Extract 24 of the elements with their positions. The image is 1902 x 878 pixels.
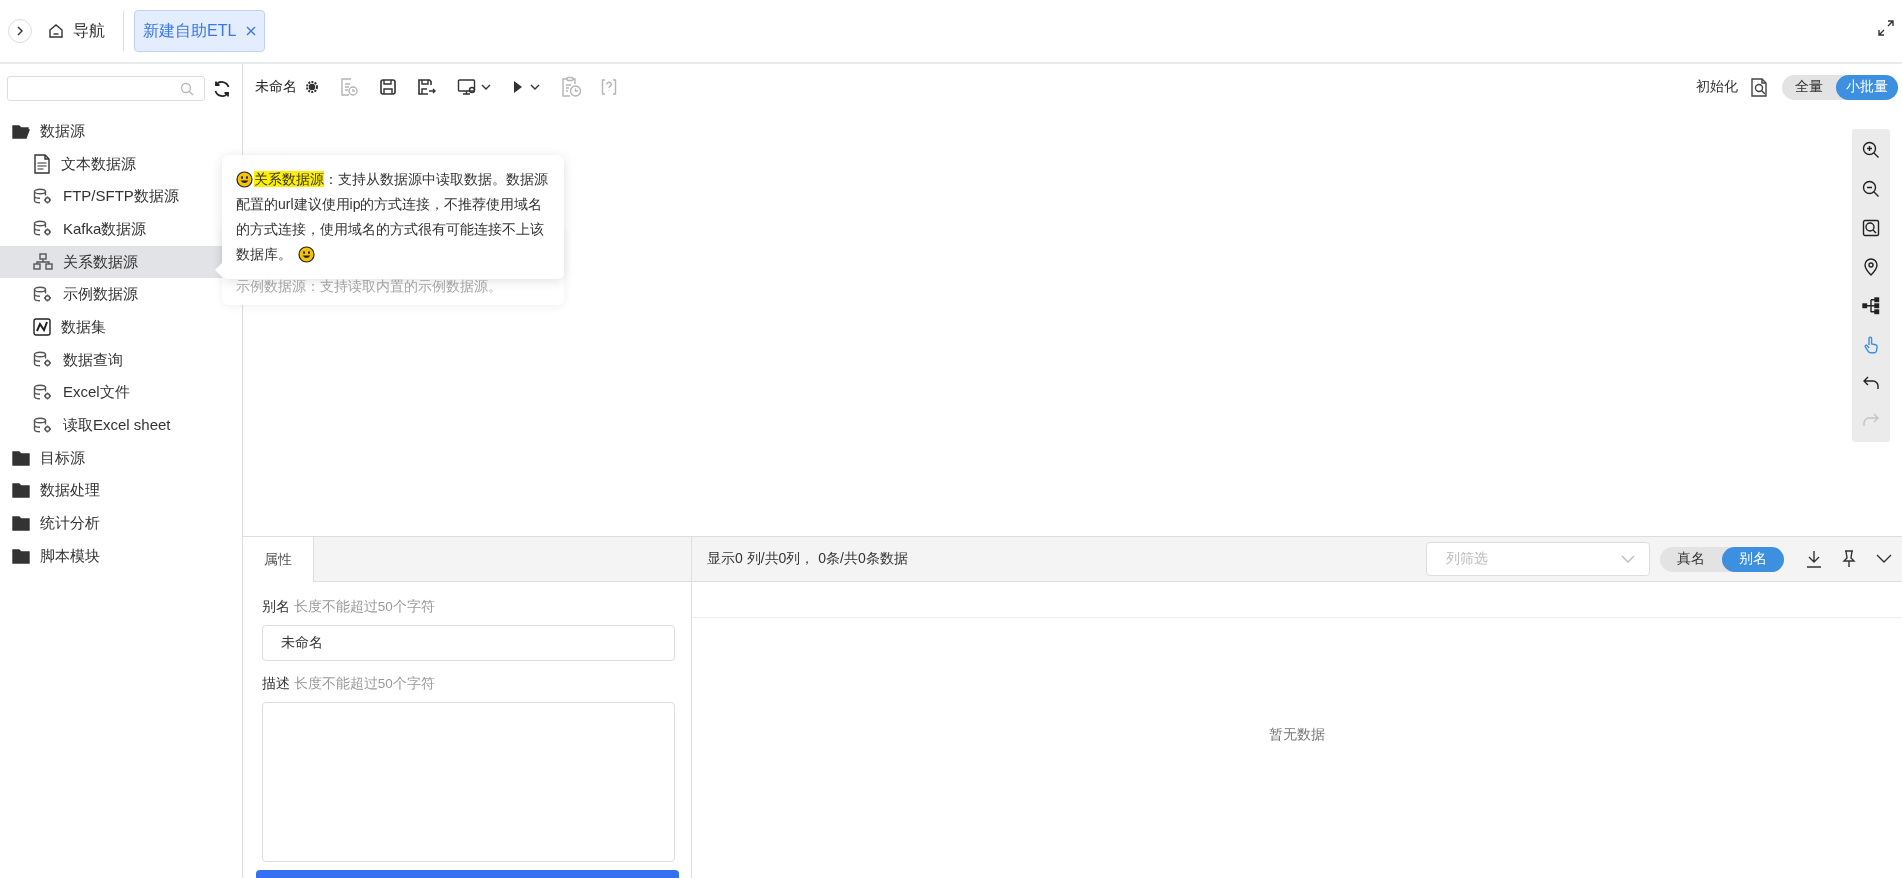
tab-label: 新建自助ETL <box>143 20 237 41</box>
folder-label: 统计分析 <box>40 514 100 534</box>
item-label: Excel文件 <box>63 383 130 403</box>
field-hint: 长度不能超过50个字符 <box>293 599 435 614</box>
folder-label: 目标源 <box>40 448 85 468</box>
folder-label: 数据源 <box>40 121 85 141</box>
field-label: 别名 <box>262 599 290 614</box>
item-label: 数据集 <box>61 317 106 337</box>
item-label: Kafka数据源 <box>63 219 147 239</box>
faded-tooltip-text: 示例数据源：支持读取内置的示例数据源。 <box>236 278 502 296</box>
job-title: 未命名 <box>255 78 297 96</box>
item-label: 关系数据源 <box>63 252 138 272</box>
folder-label: 脚本模块 <box>40 546 100 566</box>
folder-label: 数据处理 <box>40 481 100 501</box>
item-label: 示例数据源 <box>63 285 138 305</box>
data-summary: 显示0 列/共0列， 0条/共0条数据 <box>707 550 909 568</box>
empty-text: 暂无数据 <box>1269 726 1325 744</box>
item-label: 文本数据源 <box>61 154 136 174</box>
item-label: 读取Excel sheet <box>63 416 171 436</box>
nav-label: 导航 <box>73 20 105 41</box>
item-label: FTP/SFTP数据源 <box>63 187 179 207</box>
field-label: 描述 <box>262 676 290 691</box>
item-label: 数据查询 <box>63 350 123 370</box>
field-hint: 长度不能超过50个字符 <box>293 676 435 691</box>
